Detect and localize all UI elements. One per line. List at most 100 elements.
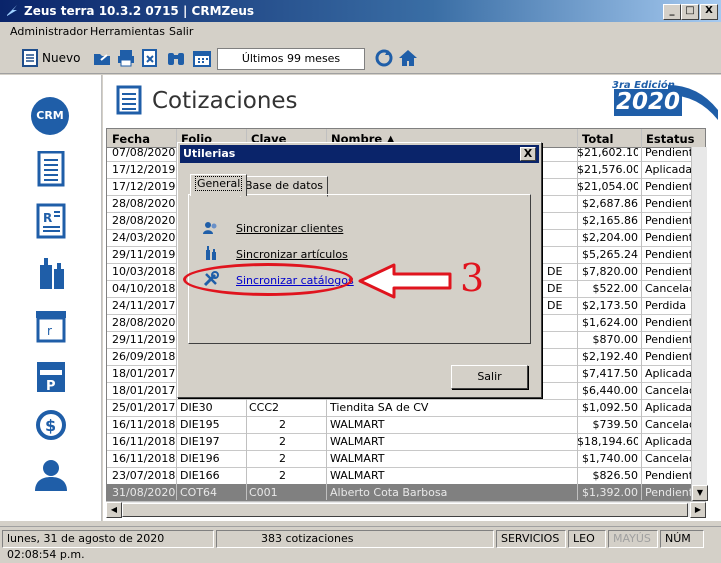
status-count: 383 cotizaciones <box>216 530 494 548</box>
quotes-title-icon <box>116 85 142 115</box>
table-row[interactable]: 16/11/2018 DIE197 2 WALMART $18,194.60 Aplica… <box>107 433 705 451</box>
cell-clave: CCC2 <box>249 401 280 414</box>
menu-salir[interactable]: Salir <box>169 25 193 38</box>
cell-total: $522.00 <box>592 282 639 295</box>
open-folder-icon[interactable] <box>92 48 112 68</box>
print-icon[interactable] <box>116 48 136 68</box>
menu-herramientas[interactable]: Herramientas <box>90 25 165 38</box>
tab-general[interactable]: General <box>190 174 248 196</box>
page-title: Cotizaciones <box>152 88 298 114</box>
cell-total: $7,417.50 <box>582 367 638 380</box>
edition-badge: 3ra Edición 2020 <box>608 80 718 120</box>
cell-fecha: 17/12/2019 <box>112 180 176 193</box>
horizontal-scrollbar[interactable]: ◀ ▶ <box>106 501 706 518</box>
zeus-logo-icon <box>7 5 17 16</box>
scroll-thumb[interactable] <box>122 503 688 517</box>
table-row[interactable]: 16/11/2018 DIE195 2 WALMART $739.50 Cancelada <box>107 416 705 434</box>
tab-general-label: General <box>195 176 243 191</box>
cell-total: $2,173.50 <box>582 299 638 312</box>
svg-text:r: r <box>47 324 52 338</box>
new-button-label: Nuevo <box>42 51 81 65</box>
minimize-button[interactable]: _ <box>663 4 681 20</box>
cell-total: $2,687.86 <box>582 197 638 210</box>
table-row[interactable]: 31/08/2020 COT64 C001 Alberto Cota Barbosa $… <box>107 484 705 500</box>
cell-fecha: 10/03/2018 <box>112 265 176 278</box>
maximize-button[interactable]: □ <box>681 4 699 20</box>
sidebar: CRM R r P $ <box>0 75 102 521</box>
cell-clave: 2 <box>279 469 286 482</box>
binoculars-icon[interactable] <box>166 48 186 68</box>
cell-fecha: 24/03/2020 <box>112 231 176 244</box>
export-excel-icon[interactable] <box>140 48 160 68</box>
cell-fecha: 31/08/2020 <box>112 486 176 499</box>
sidebar-payments-icon[interactable]: $ <box>32 407 70 443</box>
svg-text:R: R <box>43 211 52 225</box>
cell-total: $1,624.00 <box>582 316 638 329</box>
cell-total: $1,740.00 <box>582 452 638 465</box>
status-num: NÚM <box>660 530 704 548</box>
cell-clave: 2 <box>279 418 286 431</box>
window-titlebar[interactable]: Zeus terra 10.3.2 0715 | CRMZeus _ □ X <box>0 0 721 22</box>
sync-clients-link[interactable]: Sincronizar clientes <box>236 222 343 235</box>
dialog-titlebar[interactable]: Utilerias X <box>180 145 539 163</box>
users-icon <box>203 222 217 234</box>
badge-year: 2020 <box>614 89 683 116</box>
dialog-exit-button[interactable]: Salir <box>451 365 528 389</box>
cell-folio: DIE30 <box>180 401 213 414</box>
svg-text:P: P <box>46 379 56 394</box>
cell-fecha: 29/11/2019 <box>112 248 176 261</box>
vertical-scrollbar[interactable]: ▼ <box>691 147 708 501</box>
table-row[interactable]: 16/11/2018 DIE196 2 WALMART $1,740.00 Cancela… <box>107 450 705 468</box>
scroll-left-button[interactable]: ◀ <box>106 502 122 518</box>
cell-fecha: 04/10/2018 <box>112 282 176 295</box>
cell-fecha: 28/08/2020 <box>112 316 176 329</box>
sidebar-user-icon[interactable] <box>32 457 70 493</box>
window-title: Zeus terra 10.3.2 0715 | CRMZeus <box>24 4 255 18</box>
sidebar-quotes-icon[interactable] <box>32 151 70 187</box>
scroll-down-button[interactable]: ▼ <box>692 485 708 501</box>
cell-fecha: 23/07/2018 <box>112 469 176 482</box>
home-icon[interactable] <box>398 48 418 68</box>
menu-administrador[interactable]: Administrador <box>10 25 88 38</box>
status-bar: lunes, 31 de agosto de 2020 02:08:54 p.m… <box>0 526 721 561</box>
cell-total: $21,054.00 <box>577 180 638 193</box>
period-filter[interactable]: Últimos 99 meses <box>217 48 365 70</box>
sync-articles-link[interactable]: Sincronizar artículos <box>236 248 348 261</box>
svg-text:$: $ <box>45 416 56 435</box>
close-button[interactable]: X <box>700 4 718 20</box>
dialog-title: Utilerias <box>183 147 236 160</box>
cell-total: $21,602.10 <box>577 146 638 159</box>
cell-total: $1,392.00 <box>582 486 638 499</box>
cell-folio: DIE196 <box>180 452 220 465</box>
cell-total: $1,092.50 <box>582 401 638 414</box>
dialog-close-button[interactable]: X <box>520 147 536 161</box>
cell-fecha: 18/01/2017 <box>112 384 176 397</box>
cell-clave: 2 <box>279 452 286 465</box>
new-button[interactable]: Nuevo <box>20 47 82 69</box>
annotation-arrow-icon <box>358 263 452 299</box>
table-row[interactable]: 25/01/2017 DIE30 CCC2 Tiendita SA de CV $1,0… <box>107 399 705 417</box>
table-row[interactable]: 23/07/2018 DIE166 2 WALMART $826.50 Pendiente <box>107 467 705 485</box>
toolbar: Nuevo Últimos 99 meses <box>0 42 721 74</box>
cell-clave: C001 <box>249 486 278 499</box>
cell-folio: DIE195 <box>180 418 220 431</box>
cell-nombre: WALMART <box>330 435 385 448</box>
cell-nombre: WALMART <box>330 452 385 465</box>
crm-icon[interactable]: CRM <box>31 97 69 135</box>
sidebar-contacts-icon[interactable]: R <box>32 203 70 239</box>
sidebar-inventory-icon[interactable]: r <box>32 308 70 344</box>
refresh-icon[interactable] <box>374 48 394 68</box>
sidebar-calendar-icon[interactable]: P <box>32 358 70 394</box>
calendar-icon[interactable] <box>192 48 212 68</box>
cell-fecha: 16/11/2018 <box>112 452 176 465</box>
sidebar-products-icon[interactable] <box>32 255 70 291</box>
cell-extra: DE <box>547 265 563 278</box>
cell-total: $870.00 <box>592 333 639 346</box>
cell-folio: DIE197 <box>180 435 220 448</box>
status-servicios: SERVICIOS <box>496 530 566 548</box>
cell-total: $18,194.60 <box>577 435 638 448</box>
scroll-right-button[interactable]: ▶ <box>690 502 706 518</box>
cell-fecha: 17/12/2019 <box>112 163 176 176</box>
cell-fecha: 16/11/2018 <box>112 418 176 431</box>
status-datetime: lunes, 31 de agosto de 2020 02:08:54 p.m… <box>2 530 214 561</box>
